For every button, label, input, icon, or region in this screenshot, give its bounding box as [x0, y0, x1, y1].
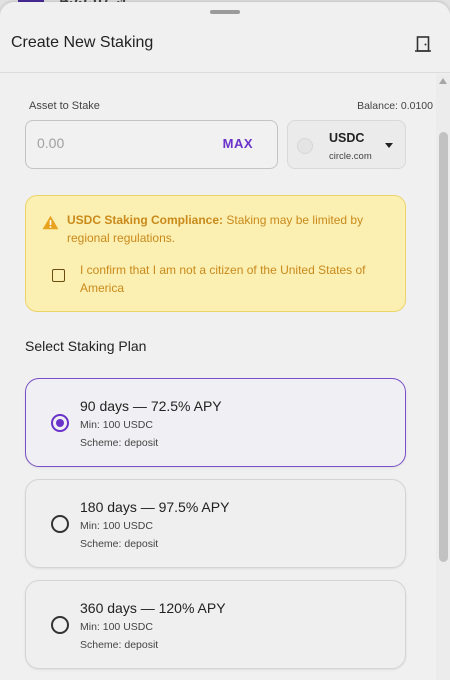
create-staking-sheet: Create New Staking Asset to Stake Balanc…	[0, 2, 450, 680]
citizen-confirm-checkbox[interactable]	[52, 269, 65, 282]
plan-scheme: Scheme: deposit	[80, 538, 159, 550]
page-title: Create New Staking	[11, 34, 154, 51]
plan-radio-180-days[interactable]	[51, 515, 69, 533]
plan-title: 90 days — 72.5% APY	[80, 398, 222, 414]
amount-input[interactable]	[37, 135, 197, 151]
warning-triangle-icon	[42, 215, 59, 230]
plan-min: Min: 100 USDC	[80, 520, 153, 532]
scroll-thumb[interactable]	[439, 132, 448, 562]
radio-selected-dot	[56, 419, 64, 427]
chevron-down-icon[interactable]	[385, 143, 393, 148]
staking-plan-section-title: Select Staking Plan	[25, 338, 147, 354]
plan-card-180-days[interactable]: 180 days — 97.5% APY Min: 100 USDC Schem…	[25, 479, 406, 568]
plan-radio-90-days[interactable]	[51, 414, 69, 432]
plan-min: Min: 100 USDC	[80, 621, 153, 633]
plan-card-90-days[interactable]: 90 days — 72.5% APY Min: 100 USDC Scheme…	[25, 378, 406, 467]
content-scrollbar[interactable]	[436, 74, 450, 680]
asset-select[interactable]: USDC circle.com	[287, 120, 406, 169]
max-button[interactable]: MAX	[223, 136, 253, 151]
scroll-up-arrow-icon[interactable]	[439, 78, 447, 84]
plan-title: 180 days — 97.5% APY	[80, 499, 230, 515]
balance-label: Balance: 0.0100	[357, 100, 433, 112]
plan-min: Min: 100 USDC	[80, 419, 153, 431]
sheet-header: Create New Staking	[0, 14, 450, 73]
compliance-message: USDC Staking Compliance: Staking may be …	[67, 211, 397, 247]
plan-radio-360-days[interactable]	[51, 616, 69, 634]
usdc-coin-icon	[297, 138, 313, 154]
door-exit-icon[interactable]	[413, 34, 433, 54]
asset-domain: circle.com	[329, 151, 372, 162]
plan-title: 360 days — 120% APY	[80, 600, 226, 616]
plan-scheme: Scheme: deposit	[80, 639, 159, 651]
asset-symbol: USDC	[329, 131, 365, 145]
plan-card-360-days[interactable]: 360 days — 120% APY Min: 100 USDC Scheme…	[25, 580, 406, 669]
amount-field[interactable]: MAX	[25, 120, 278, 169]
plan-scheme: Scheme: deposit	[80, 437, 159, 449]
compliance-title: USDC Staking Compliance:	[67, 213, 224, 227]
sheet-content: Asset to Stake Balance: 0.0100 MAX USDC …	[0, 74, 436, 680]
compliance-warning: USDC Staking Compliance: Staking may be …	[25, 195, 406, 312]
citizen-confirm-label[interactable]: I confirm that I am not a citizen of the…	[80, 261, 400, 297]
asset-to-stake-label: Asset to Stake	[29, 100, 100, 112]
